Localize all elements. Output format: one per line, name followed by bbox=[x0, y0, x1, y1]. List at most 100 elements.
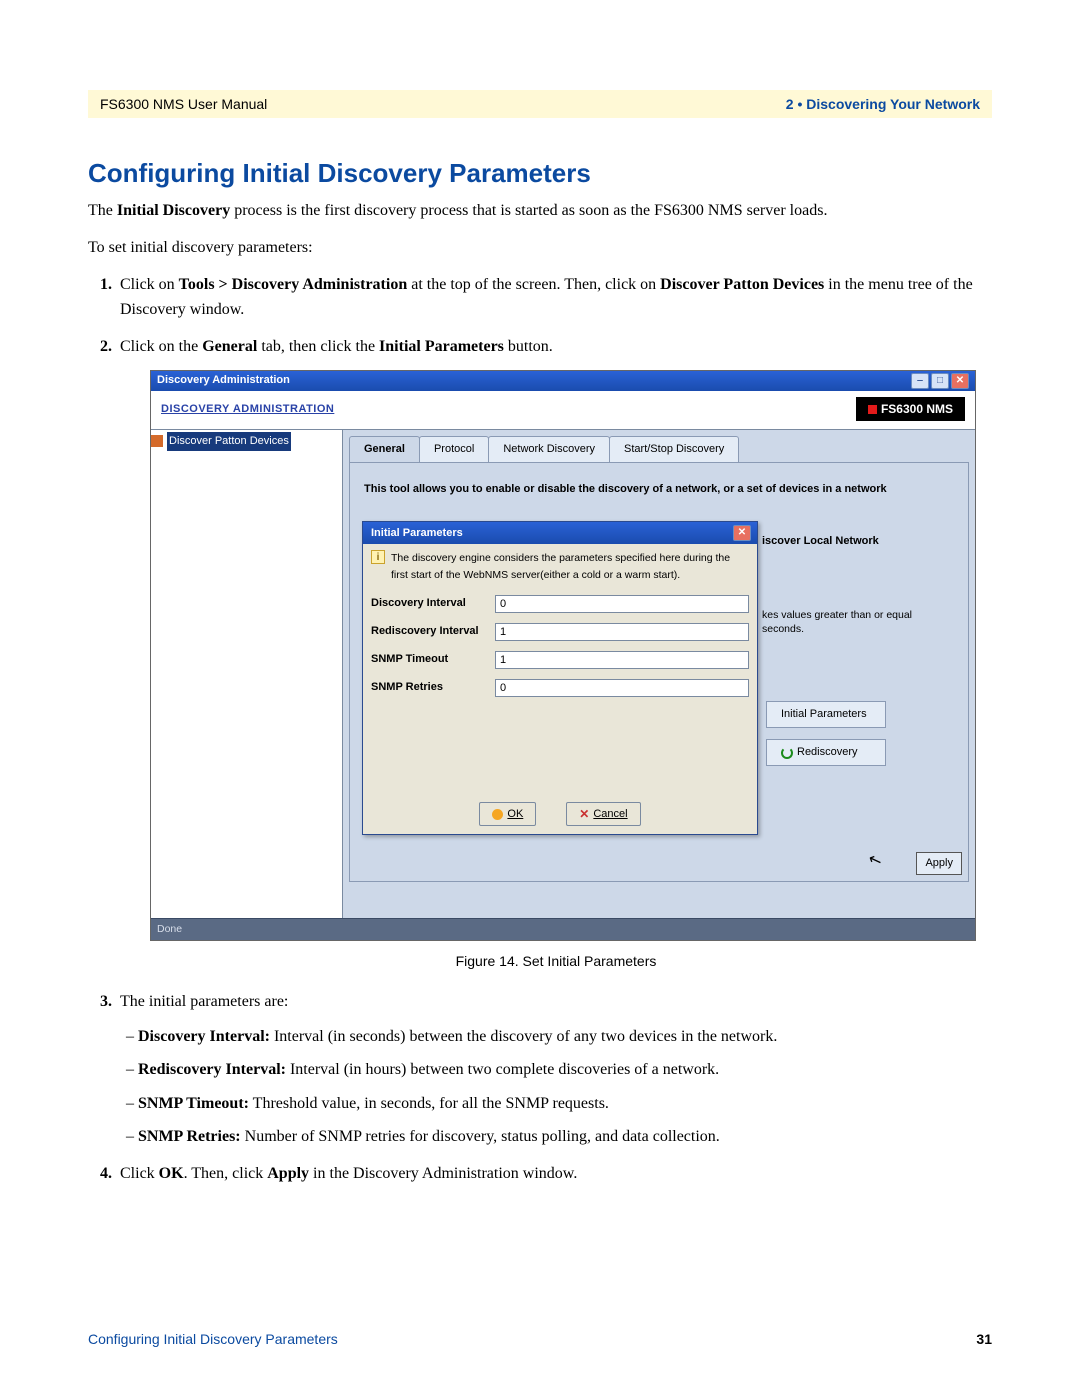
tree-pane: Discover Patton Devices bbox=[151, 430, 343, 918]
product-name: FS6300 NMS bbox=[881, 400, 953, 419]
button-label: Initial Parameters bbox=[781, 708, 867, 720]
ok-label: OK bbox=[507, 806, 523, 823]
text-bold: Discover Patton Devices bbox=[660, 276, 824, 293]
dialog-controls: ✕ bbox=[733, 525, 751, 541]
term: Discovery Interval: bbox=[138, 1028, 270, 1045]
step-3: The initial parameters are: – Discovery … bbox=[116, 990, 992, 1150]
refresh-icon bbox=[781, 747, 793, 759]
row-snmp-retries: SNMP Retries bbox=[371, 679, 749, 697]
dialog-title: Initial Parameters bbox=[371, 525, 463, 542]
ok-button[interactable]: OK bbox=[479, 802, 536, 827]
cursor-icon: ↖ bbox=[865, 847, 886, 875]
step-1: Click on Tools > Discovery Administratio… bbox=[116, 273, 992, 323]
input-rediscovery-interval[interactable] bbox=[495, 623, 749, 641]
label-snmp-retries: SNMP Retries bbox=[371, 679, 495, 696]
step-2: Click on the General tab, then click the… bbox=[116, 335, 992, 972]
tool-description: This tool allows you to enable or disabl… bbox=[364, 481, 954, 498]
tree-item-discover-patton[interactable]: Discover Patton Devices bbox=[167, 432, 291, 451]
text: Click bbox=[120, 1165, 159, 1182]
sub-item: – Discovery Interval: Interval (in secon… bbox=[126, 1023, 992, 1050]
dialog-titlebar: Initial Parameters ✕ bbox=[363, 522, 757, 544]
text: . Then, click bbox=[184, 1165, 268, 1182]
desc: Interval (in seconds) between the discov… bbox=[270, 1028, 777, 1045]
term: SNMP Retries: bbox=[138, 1128, 241, 1145]
window-controls: ‒ □ ✕ bbox=[911, 373, 969, 389]
partial-note: kes values greater than or equal seconds… bbox=[762, 609, 912, 636]
desc: Number of SNMP retries for discovery, st… bbox=[241, 1128, 720, 1145]
term: SNMP Timeout: bbox=[138, 1095, 249, 1112]
text-bold: OK bbox=[159, 1165, 184, 1182]
page-number: 31 bbox=[976, 1331, 992, 1347]
label-rediscovery-interval: Rediscovery Interval bbox=[371, 623, 495, 640]
sub-item: – SNMP Retries: Number of SNMP retries f… bbox=[126, 1123, 992, 1150]
text: The bbox=[88, 202, 117, 219]
initial-parameters-button[interactable]: Initial Parameters bbox=[766, 701, 886, 728]
label-snmp-timeout: SNMP Timeout bbox=[371, 651, 495, 668]
input-snmp-retries[interactable] bbox=[495, 679, 749, 697]
tree-node-icon bbox=[151, 435, 163, 447]
text-bold: Apply bbox=[267, 1165, 309, 1182]
rediscovery-button[interactable]: Rediscovery bbox=[766, 739, 886, 766]
text: Click on the bbox=[120, 338, 202, 355]
window-title: Discovery Administration bbox=[157, 372, 290, 389]
label-discovery-interval: Discovery Interval bbox=[371, 595, 495, 612]
tab-body: This tool allows you to enable or disabl… bbox=[349, 462, 969, 882]
desc: Threshold value, in seconds, for all the… bbox=[249, 1095, 609, 1112]
input-snmp-timeout[interactable] bbox=[495, 651, 749, 669]
text-bold: Tools > Discovery Administration bbox=[179, 276, 408, 293]
step3-lead: The initial parameters are: bbox=[120, 993, 288, 1010]
steps-list: Click on Tools > Discovery Administratio… bbox=[88, 273, 992, 1186]
text: Click on bbox=[120, 276, 179, 293]
button-label: Rediscovery bbox=[797, 744, 858, 761]
apply-button[interactable]: Apply bbox=[916, 852, 962, 875]
text-bold: Initial Discovery bbox=[117, 202, 230, 219]
dialog-buttons: OK ✕ Cancel bbox=[363, 802, 757, 827]
sub-item: – Rediscovery Interval: Interval (in hou… bbox=[126, 1056, 992, 1083]
dialog-body: i The discovery engine considers the par… bbox=[363, 544, 757, 834]
section-heading: Configuring Initial Discovery Parameters bbox=[88, 158, 992, 189]
logo-icon bbox=[868, 405, 877, 414]
ok-icon bbox=[492, 809, 503, 820]
intro-paragraph: The Initial Discovery process is the fir… bbox=[88, 199, 992, 222]
cancel-button[interactable]: ✕ Cancel bbox=[566, 802, 640, 827]
text-bold: General bbox=[202, 338, 257, 355]
step3-sublist: – Discovery Interval: Interval (in secon… bbox=[126, 1023, 992, 1150]
sub-item: – SNMP Timeout: Threshold value, in seco… bbox=[126, 1090, 992, 1117]
doc-header: FS6300 NMS User Manual 2 • Discovering Y… bbox=[88, 90, 992, 118]
partial-label-discover-local: iscover Local Network bbox=[762, 533, 879, 550]
tab-network-discovery[interactable]: Network Discovery bbox=[488, 436, 610, 462]
text: at the top of the screen. Then, click on bbox=[407, 276, 660, 293]
minimize-button[interactable]: ‒ bbox=[911, 373, 929, 389]
tab-protocol[interactable]: Protocol bbox=[419, 436, 489, 462]
dialog-close-button[interactable]: ✕ bbox=[733, 525, 751, 541]
row-rediscovery-interval: Rediscovery Interval bbox=[371, 623, 749, 641]
input-discovery-interval[interactable] bbox=[495, 595, 749, 613]
tab-start-stop[interactable]: Start/Stop Discovery bbox=[609, 436, 739, 462]
window-titlebar: Discovery Administration ‒ □ ✕ bbox=[151, 371, 975, 391]
step-4: Click OK. Then, click Apply in the Disco… bbox=[116, 1162, 992, 1187]
doc-title: FS6300 NMS User Manual bbox=[100, 96, 267, 112]
tab-general[interactable]: General bbox=[349, 436, 420, 462]
admin-title: DISCOVERY ADMINISTRATION bbox=[161, 401, 334, 418]
term: Rediscovery Interval: bbox=[138, 1061, 286, 1078]
product-badge: FS6300 NMS bbox=[856, 397, 965, 422]
figure-caption: Figure 14. Set Initial Parameters bbox=[120, 951, 992, 973]
screenshot-discovery-admin: Discovery Administration ‒ □ ✕ DISCOVERY… bbox=[150, 370, 976, 941]
page-footer: Configuring Initial Discovery Parameters… bbox=[88, 1331, 992, 1347]
admin-header: DISCOVERY ADMINISTRATION FS6300 NMS bbox=[151, 391, 975, 431]
maximize-button[interactable]: □ bbox=[931, 373, 949, 389]
row-discovery-interval: Discovery Interval bbox=[371, 595, 749, 613]
cancel-icon: ✕ bbox=[579, 805, 589, 824]
dialog-info-text: The discovery engine considers the param… bbox=[391, 550, 749, 583]
cancel-label: Cancel bbox=[593, 806, 627, 823]
text: in the Discovery Administration window. bbox=[309, 1165, 577, 1182]
row-snmp-timeout: SNMP Timeout bbox=[371, 651, 749, 669]
close-button[interactable]: ✕ bbox=[951, 373, 969, 389]
chapter-title: 2 • Discovering Your Network bbox=[786, 96, 980, 112]
content-pane: General Protocol Network Discovery Start… bbox=[343, 430, 975, 918]
footer-section: Configuring Initial Discovery Parameters bbox=[88, 1331, 338, 1347]
text: tab, then click the bbox=[257, 338, 379, 355]
text: seconds. bbox=[762, 623, 804, 635]
text: kes values greater than or equal bbox=[762, 609, 912, 621]
info-icon: i bbox=[371, 550, 385, 564]
